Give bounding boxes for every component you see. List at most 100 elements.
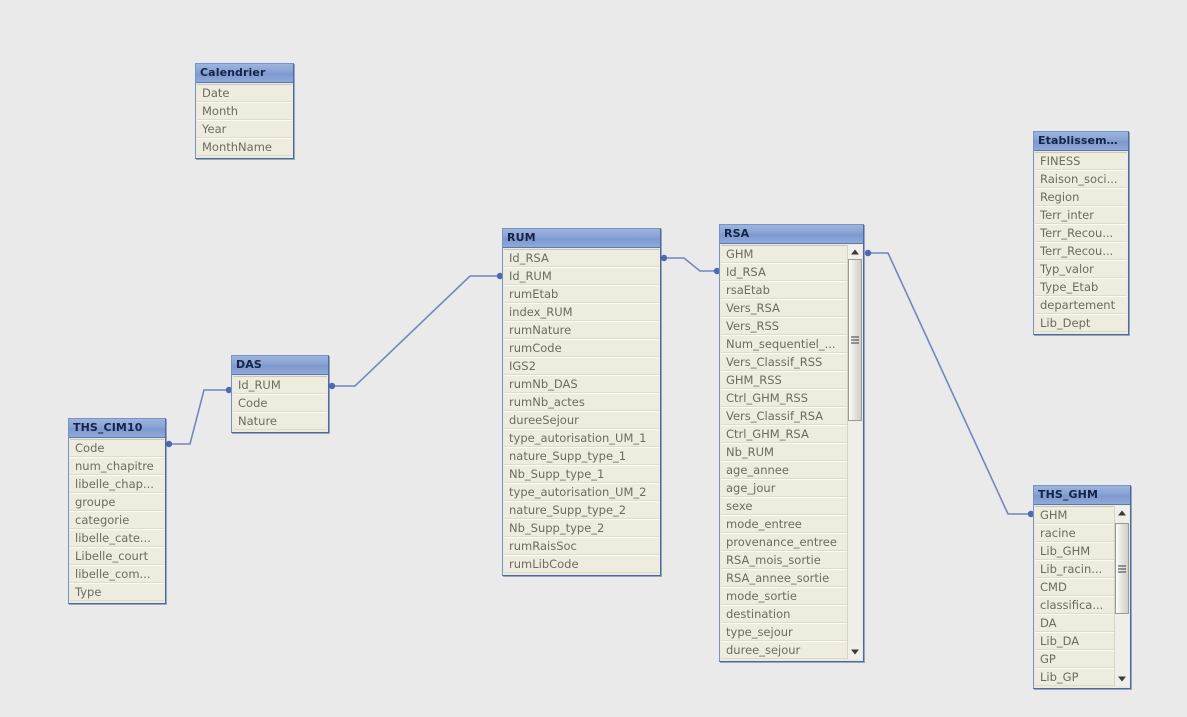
entity-table-rsa[interactable]: RSA GHM Id_RSA rsaEtab Vers_RSA Vers_RSS Num_s… <box>719 224 864 662</box>
field-row[interactable]: Raison_soci... <box>1035 170 1127 188</box>
field-row[interactable]: RSA_annee_sortie <box>721 569 847 587</box>
scrollbar-ths_ghm[interactable] <box>1114 506 1129 686</box>
link-endpoint-source[interactable] <box>165 440 173 448</box>
field-row[interactable]: Ctrl_GHM_RSA <box>721 425 847 443</box>
field-row[interactable]: nature_Supp_type_1 <box>504 447 659 465</box>
scroll-up-arrow-icon[interactable] <box>848 245 862 259</box>
field-row[interactable]: categorie <box>70 511 164 529</box>
field-row[interactable]: Lib_Dept <box>1035 314 1127 332</box>
field-row[interactable]: Vers_RSS <box>721 317 847 335</box>
diagram-canvas[interactable]: Calendrier Date Month Year MonthName THS_CIM1… <box>0 0 1187 717</box>
field-row[interactable]: CMD <box>1035 578 1114 596</box>
field-row[interactable]: num_chapitre <box>70 457 164 475</box>
field-row[interactable]: Terr_Recou... <box>1035 224 1127 242</box>
scroll-up-arrow-icon[interactable] <box>1115 506 1129 520</box>
field-row[interactable]: Lib_GP <box>1035 668 1114 686</box>
field-row[interactable]: rumCode <box>504 339 659 357</box>
field-row[interactable]: libelle_cate... <box>70 529 164 547</box>
field-row[interactable]: libelle_com... <box>70 565 164 583</box>
link-endpoint-source[interactable] <box>864 249 872 257</box>
field-row[interactable]: groupe <box>70 493 164 511</box>
field-row[interactable]: mode_entree <box>721 515 847 533</box>
field-row[interactable]: sexe <box>721 497 847 515</box>
field-row[interactable]: rumLibCode <box>504 555 659 573</box>
field-row[interactable]: nature_Supp_type_2 <box>504 501 659 519</box>
field-row[interactable]: MonthName <box>197 138 292 156</box>
field-row[interactable]: Id_RSA <box>504 249 659 267</box>
field-row[interactable]: Nb_RUM <box>721 443 847 461</box>
field-row[interactable]: FINESS <box>1035 152 1127 170</box>
scrollbar-rsa[interactable] <box>847 245 862 659</box>
field-row[interactable]: rsaEtab <box>721 281 847 299</box>
link-endpoint-source[interactable] <box>328 382 336 390</box>
field-row[interactable]: duree_sejour <box>721 641 847 659</box>
field-row[interactable]: index_RUM <box>504 303 659 321</box>
field-row[interactable]: Region <box>1035 188 1127 206</box>
field-row[interactable]: age_jour <box>721 479 847 497</box>
field-row[interactable]: rumNb_DAS <box>504 375 659 393</box>
field-row[interactable]: Terr_inter <box>1035 206 1127 224</box>
entity-table-ths_ghm[interactable]: THS_GHM GHM racine Lib_GHM Lib_racin... CMD cl… <box>1033 485 1131 689</box>
field-row[interactable]: GHM <box>1035 506 1114 524</box>
field-row[interactable]: type_sejour <box>721 623 847 641</box>
field-row[interactable]: type_autorisation_UM_2 <box>504 483 659 501</box>
table-title-ths_ghm[interactable]: THS_GHM <box>1034 486 1130 505</box>
scrollbar-track[interactable] <box>848 259 862 645</box>
field-row[interactable]: rumRaisSoc <box>504 537 659 555</box>
relationship-link-cim10-das[interactable] <box>165 386 233 448</box>
scroll-down-arrow-icon[interactable] <box>848 645 862 659</box>
field-row[interactable]: IGS2 <box>504 357 659 375</box>
field-row[interactable]: Lib_GHM <box>1035 542 1114 560</box>
table-title-rsa[interactable]: RSA <box>720 225 863 244</box>
field-row[interactable]: racine <box>1035 524 1114 542</box>
relationship-link-das-rum[interactable] <box>328 272 504 390</box>
table-title-etablissement[interactable]: Etablissem… <box>1034 132 1128 151</box>
field-row[interactable]: Id_RUM <box>233 376 327 394</box>
field-row[interactable]: Terr_Recou... <box>1035 242 1127 260</box>
field-row[interactable]: Num_sequentiel_... <box>721 335 847 353</box>
entity-table-ths_cim10[interactable]: THS_CIM10 Code num_chapitre libelle_chap...… <box>68 418 166 604</box>
field-row[interactable]: rumEtab <box>504 285 659 303</box>
scroll-down-arrow-icon[interactable] <box>1115 672 1129 686</box>
field-row[interactable]: Month <box>197 102 292 120</box>
table-title-ths_cim10[interactable]: THS_CIM10 <box>69 419 165 438</box>
field-row[interactable]: Nature <box>233 412 327 430</box>
field-row[interactable]: GHM_RSS <box>721 371 847 389</box>
field-row[interactable]: DA <box>1035 614 1114 632</box>
field-row[interactable]: Lib_DA <box>1035 632 1114 650</box>
link-endpoint-source[interactable] <box>660 254 668 262</box>
table-title-calendrier[interactable]: Calendrier <box>196 64 293 83</box>
scrollbar-thumb[interactable] <box>848 259 862 422</box>
field-row[interactable]: rumNb_actes <box>504 393 659 411</box>
relationship-link-rum-rsa[interactable] <box>660 254 721 275</box>
field-row[interactable]: Code <box>70 439 164 457</box>
field-row[interactable]: libelle_chap... <box>70 475 164 493</box>
scrollbar-track[interactable] <box>1115 520 1129 672</box>
field-row[interactable]: Code <box>233 394 327 412</box>
field-row[interactable]: Date <box>197 84 292 102</box>
field-row[interactable]: Year <box>197 120 292 138</box>
field-row[interactable]: RSA_mois_sortie <box>721 551 847 569</box>
field-row[interactable]: GP <box>1035 650 1114 668</box>
field-row[interactable]: Id_RSA <box>721 263 847 281</box>
field-row[interactable]: dureeSejour <box>504 411 659 429</box>
field-row[interactable]: rumNature <box>504 321 659 339</box>
entity-table-das[interactable]: DAS Id_RUM Code Nature <box>231 355 329 433</box>
field-row[interactable]: Vers_Classif_RSS <box>721 353 847 371</box>
field-row[interactable]: Vers_RSA <box>721 299 847 317</box>
field-row[interactable]: provenance_entree <box>721 533 847 551</box>
field-row[interactable]: Type_Etab <box>1035 278 1127 296</box>
entity-table-rum[interactable]: RUM Id_RSA Id_RUM rumEtab index_RUM rumNature… <box>502 228 661 576</box>
field-row[interactable]: Typ_valor <box>1035 260 1127 278</box>
relationship-link-rsa-ghm[interactable] <box>864 249 1035 518</box>
entity-table-etablissement[interactable]: Etablissem… FINESS Raison_soci... Region Ter… <box>1033 131 1129 335</box>
entity-table-calendrier[interactable]: Calendrier Date Month Year MonthName <box>195 63 294 159</box>
scrollbar-thumb[interactable] <box>1115 523 1129 615</box>
field-row[interactable]: Libelle_court <box>70 547 164 565</box>
field-row[interactable]: Vers_Classif_RSA <box>721 407 847 425</box>
field-row[interactable]: Type <box>70 583 164 601</box>
field-row[interactable]: age_annee <box>721 461 847 479</box>
field-row[interactable]: Id_RUM <box>504 267 659 285</box>
field-row[interactable]: mode_sortie <box>721 587 847 605</box>
field-row[interactable]: Lib_racin... <box>1035 560 1114 578</box>
